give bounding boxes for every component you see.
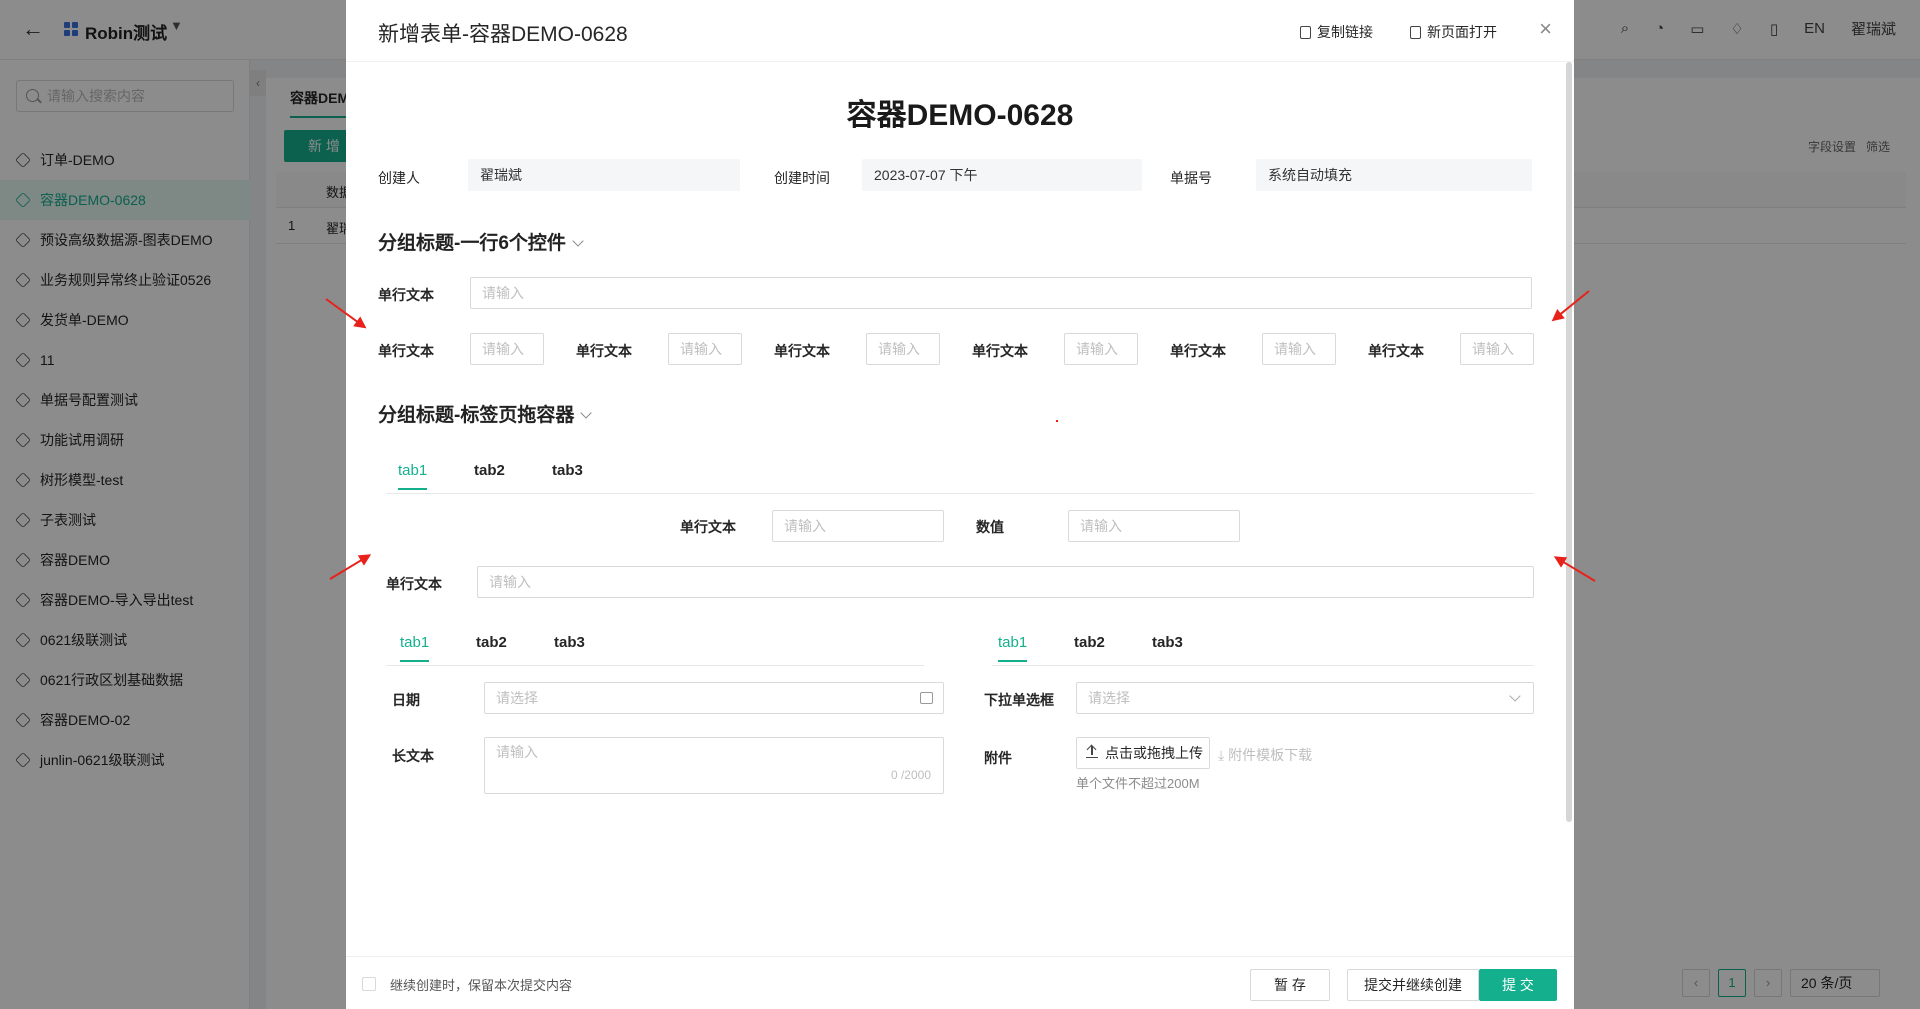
tab-tab2[interactable]: tab2 xyxy=(476,634,507,660)
copy-link-label: 复制链接 xyxy=(1317,24,1373,40)
calendar-icon xyxy=(920,692,933,704)
section1-title-text: 分组标题-一行6个控件 xyxy=(378,233,566,254)
section2-tabs: tab1 tab2 tab3 xyxy=(386,454,1534,494)
upload-button-label: 点击或拖拽上传 xyxy=(1105,745,1203,761)
form-modal: 新增表单-容器DEMO-0628 复制链接 新页面打开 × 容器DEMO-062… xyxy=(346,0,1574,1009)
char-counter: 0 /2000 xyxy=(890,768,931,782)
external-link-icon xyxy=(1410,25,1421,39)
six-text-label-6: 单行文本 xyxy=(1368,343,1424,359)
tab-tab1[interactable]: tab1 xyxy=(998,634,1028,662)
created-time-label: 创建时间 xyxy=(774,170,830,186)
dropdown-label: 下拉单选框 xyxy=(984,692,1054,708)
tab-text-label: 单行文本 xyxy=(680,519,736,535)
creator-label: 创建人 xyxy=(378,170,420,186)
six-text-input-4[interactable]: 请输入 xyxy=(1064,333,1138,365)
keep-content-checkbox[interactable] xyxy=(362,977,376,991)
six-text-input-1[interactable]: 请输入 xyxy=(470,333,544,365)
annotation-dot xyxy=(1056,420,1058,422)
copy-link-button[interactable]: 复制链接 xyxy=(1300,22,1373,42)
attachment-label: 附件 xyxy=(984,750,1012,766)
date-label: 日期 xyxy=(392,692,420,708)
doc-no-field: 系统自动填充 xyxy=(1256,159,1532,191)
long-text-label: 长文本 xyxy=(392,748,434,764)
left-nested-tabs: tab1 tab2 tab3 xyxy=(386,626,924,666)
six-text-input-2[interactable]: 请输入 xyxy=(668,333,742,365)
tab-tab2[interactable]: tab2 xyxy=(474,462,505,488)
tab-tab1[interactable]: tab1 xyxy=(400,634,430,662)
submit-continue-button[interactable]: 提交并继续创建 xyxy=(1347,969,1479,1001)
tab-tab3[interactable]: tab3 xyxy=(552,462,583,488)
tab-tab3[interactable]: tab3 xyxy=(1152,634,1183,660)
modal-footer: 继续创建时，保留本次提交内容 暂 存 提交并继续创建 提 交 xyxy=(346,956,1574,1009)
section2-title-text: 分组标题-标签页拖容器 xyxy=(378,405,575,426)
six-text-label-4: 单行文本 xyxy=(972,343,1028,359)
long-text-area[interactable]: 请输入 0 /2000 xyxy=(484,737,944,794)
dropdown-placeholder: 请选择 xyxy=(1088,690,1130,706)
long-text-placeholder: 请输入 xyxy=(496,744,538,760)
chevron-down-icon xyxy=(580,407,592,419)
section1-title[interactable]: 分组标题-一行6个控件 xyxy=(378,228,584,255)
single-text-input[interactable]: 请输入 xyxy=(470,277,1532,309)
creator-field: 翟瑞斌 xyxy=(468,159,740,191)
close-icon[interactable]: × xyxy=(1539,16,1552,42)
number-input[interactable]: 请输入 xyxy=(1068,510,1240,542)
upload-button[interactable]: 点击或拖拽上传 xyxy=(1076,737,1210,769)
template-download-link[interactable]: ⤓ 附件模板下载 xyxy=(1218,745,1312,765)
modal-scrollbar[interactable] xyxy=(1566,62,1572,822)
single-text-label: 单行文本 xyxy=(378,287,434,303)
keep-content-label: 继续创建时，保留本次提交内容 xyxy=(390,978,573,993)
upload-icon xyxy=(1086,746,1098,758)
submit-button[interactable]: 提 交 xyxy=(1479,969,1557,1001)
doc-no-label: 单据号 xyxy=(1170,170,1212,186)
copy-icon xyxy=(1300,25,1311,39)
open-new-page-label: 新页面打开 xyxy=(1427,24,1497,40)
chevron-down-icon xyxy=(572,235,584,247)
template-download-label: 附件模板下载 xyxy=(1228,747,1313,763)
date-placeholder: 请选择 xyxy=(496,690,538,706)
form-title: 容器DEMO-0628 xyxy=(846,99,1074,132)
number-label: 数值 xyxy=(976,519,1004,535)
six-text-label-1: 单行文本 xyxy=(378,343,434,359)
section2-title[interactable]: 分组标题-标签页拖容器 xyxy=(378,400,592,427)
tab-tab2[interactable]: tab2 xyxy=(1074,634,1105,660)
open-new-page-button[interactable]: 新页面打开 xyxy=(1410,22,1497,42)
chevron-down-icon xyxy=(1509,690,1521,702)
upload-hint: 单个文件不超过200M xyxy=(1076,776,1200,791)
six-text-label-5: 单行文本 xyxy=(1170,343,1226,359)
download-icon: ⤓ xyxy=(1218,747,1225,763)
tab-tab1[interactable]: tab1 xyxy=(398,462,428,490)
six-text-input-3[interactable]: 请输入 xyxy=(866,333,940,365)
wide-text-label: 单行文本 xyxy=(386,576,442,592)
modal-header: 新增表单-容器DEMO-0628 复制链接 新页面打开 × xyxy=(346,0,1574,62)
wide-text-input[interactable]: 请输入 xyxy=(477,566,1534,598)
six-text-label-3: 单行文本 xyxy=(774,343,830,359)
right-nested-tabs: tab1 tab2 tab3 xyxy=(992,626,1534,666)
created-time-field: 2023-07-07 下午 xyxy=(862,159,1142,191)
six-text-input-5[interactable]: 请输入 xyxy=(1262,333,1336,365)
save-draft-button[interactable]: 暂 存 xyxy=(1250,969,1330,1001)
tab-text-input[interactable]: 请输入 xyxy=(772,510,944,542)
six-text-input-6[interactable]: 请输入 xyxy=(1460,333,1534,365)
tab-tab3[interactable]: tab3 xyxy=(554,634,585,660)
six-text-label-2: 单行文本 xyxy=(576,343,632,359)
date-picker[interactable]: 请选择 xyxy=(484,682,944,714)
dropdown-select[interactable]: 请选择 xyxy=(1076,682,1534,714)
modal-title: 新增表单-容器DEMO-0628 xyxy=(378,23,628,46)
